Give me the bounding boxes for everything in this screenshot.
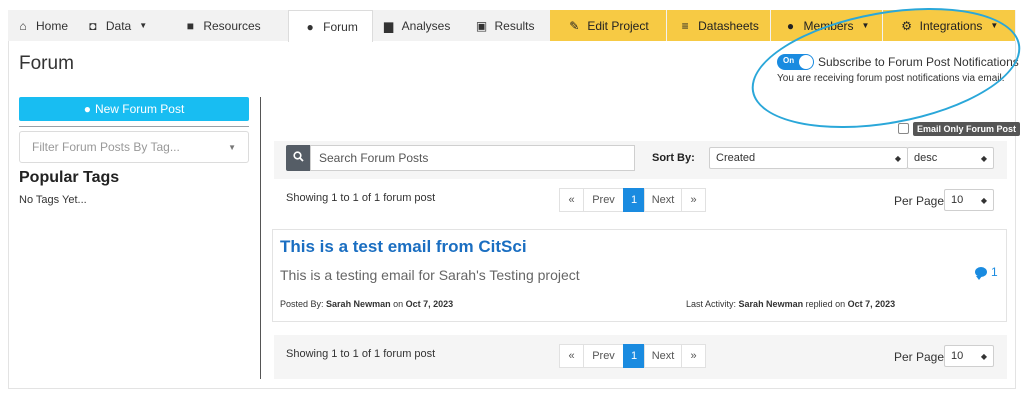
- updown-icon: ◆: [980, 195, 987, 205]
- prev-page-button[interactable]: Prev: [583, 188, 624, 212]
- last-page-button[interactable]: »: [681, 344, 706, 368]
- home-icon: ⌂: [19, 18, 27, 33]
- new-post-label: New Forum Post: [94, 102, 185, 116]
- last-activity-name: Sarah Newman: [738, 299, 804, 309]
- chevron-down-icon: ▼: [139, 21, 148, 30]
- updown-icon: ◆: [980, 351, 987, 361]
- tab-label: Datasheets: [698, 18, 759, 33]
- tab-results[interactable]: ▣ Results: [460, 10, 550, 41]
- sort-direction-select[interactable]: desc ◆: [907, 147, 994, 169]
- posted-on-label: on: [393, 299, 404, 309]
- posted-by-name: Sarah Newman: [326, 299, 391, 309]
- tab-label: Analyses: [401, 18, 451, 33]
- tab-edit-project[interactable]: ✎ Edit Project: [550, 10, 667, 41]
- email-only-badge: Email Only Forum Post: [913, 122, 1021, 136]
- last-activity-meta: Last Activity: Sarah Newman replied on O…: [686, 299, 895, 309]
- users-icon: ●: [786, 18, 795, 33]
- tag-filter-placeholder: Filter Forum Posts By Tag...: [32, 140, 180, 154]
- post-title-link[interactable]: This is a test email from CitSci: [280, 237, 527, 257]
- no-tags-text: No Tags Yet...: [19, 194, 87, 206]
- page-title: Forum: [19, 53, 74, 74]
- first-page-button[interactable]: «: [559, 344, 584, 368]
- comment-count[interactable]: 1: [975, 265, 998, 280]
- last-activity-label: Last Activity:: [686, 299, 737, 309]
- last-page-button[interactable]: »: [681, 188, 706, 212]
- updown-icon: ◆: [894, 153, 901, 163]
- binoculars-icon: ◘: [89, 18, 97, 33]
- tab-datasheets[interactable]: ≡ Datasheets: [667, 10, 771, 41]
- sort-direction-value: desc: [914, 152, 938, 164]
- next-page-button[interactable]: Next: [644, 188, 682, 212]
- post-author-meta: Posted By: Sarah Newman on Oct 7, 2023: [280, 299, 453, 309]
- chevron-down-icon: ▼: [228, 142, 236, 152]
- image-icon: ▣: [475, 18, 488, 33]
- comment-icon: [975, 267, 987, 280]
- showing-count-bottom: Showing 1 to 1 of 1 forum post: [286, 348, 436, 360]
- per-page-value: 10: [951, 194, 964, 206]
- first-page-button[interactable]: «: [559, 188, 584, 212]
- pagination: « Prev 1 Next »: [559, 188, 706, 212]
- tab-home[interactable]: ⌂ Home: [8, 10, 77, 41]
- tag-filter-select[interactable]: Filter Forum Posts By Tag... ▼: [19, 131, 249, 163]
- sort-by-label: Sort By:: [652, 152, 695, 164]
- email-only-checkbox[interactable]: [898, 123, 909, 134]
- search-button[interactable]: [286, 145, 310, 171]
- column-divider: [260, 97, 261, 379]
- chart-icon: ▆: [384, 18, 394, 33]
- pagination-bottom: « Prev 1 Next »: [559, 344, 706, 368]
- replied-on-label: replied on: [805, 299, 846, 309]
- per-page-select[interactable]: 10 ◆: [944, 189, 994, 211]
- list-icon: ≡: [681, 18, 689, 33]
- per-page-select-bottom[interactable]: 10 ◆: [944, 345, 994, 367]
- page-1-button[interactable]: 1: [623, 188, 645, 212]
- tab-label: Data: [105, 18, 132, 33]
- divider: [19, 126, 249, 127]
- sort-field-value: Created: [716, 152, 756, 164]
- tab-forum[interactable]: ● Forum: [288, 10, 373, 42]
- next-page-button[interactable]: Next: [644, 344, 682, 368]
- showing-count: Showing 1 to 1 of 1 forum post: [286, 192, 436, 204]
- sort-field-select[interactable]: Created ◆: [709, 147, 908, 169]
- page-1-button[interactable]: 1: [623, 344, 645, 368]
- tab-resources[interactable]: ■ Resources: [157, 10, 288, 41]
- per-page-label: Per Page: [894, 194, 945, 208]
- post-description: This is a testing email for Sarah's Test…: [280, 267, 580, 283]
- popular-tags-heading: Popular Tags: [19, 169, 120, 186]
- tab-label: Home: [35, 18, 68, 33]
- tab-label: Edit Project: [587, 18, 649, 33]
- search-icon: [292, 151, 304, 165]
- comment-icon: ●: [83, 102, 91, 116]
- tab-label: Resources: [203, 18, 261, 33]
- per-page-label-bottom: Per Page: [894, 350, 945, 364]
- per-page-value: 10: [951, 350, 964, 362]
- posted-by-label: Posted By:: [280, 299, 324, 309]
- comment-count-value: 1: [991, 265, 998, 279]
- last-activity-date: Oct 7, 2023: [847, 299, 896, 309]
- tab-analyses[interactable]: ▆ Analyses: [373, 10, 460, 41]
- file-icon: ■: [186, 18, 194, 33]
- new-forum-post-button[interactable]: ● New Forum Post: [19, 97, 249, 121]
- tab-label: Results: [494, 18, 535, 33]
- prev-page-button[interactable]: Prev: [583, 344, 624, 368]
- search-input[interactable]: [310, 145, 635, 171]
- posted-date: Oct 7, 2023: [405, 299, 454, 309]
- updown-icon: ◆: [980, 153, 987, 163]
- tab-data[interactable]: ◘ Data ▼: [77, 10, 157, 41]
- comments-icon: ●: [306, 19, 314, 34]
- pencil-icon: ✎: [569, 18, 580, 33]
- tab-label: Forum: [323, 19, 358, 34]
